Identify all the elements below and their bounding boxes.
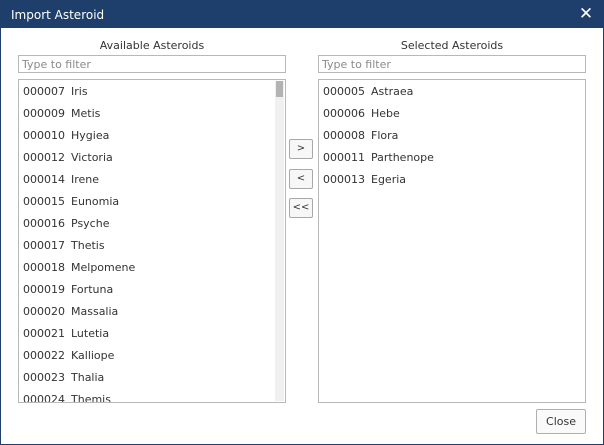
selected-list-item[interactable]: 000008 Flora — [323, 125, 398, 147]
available-list-item[interactable]: 000019 Fortuna — [23, 279, 113, 301]
available-list-item[interactable]: 000009 Metis — [23, 103, 100, 125]
asteroid-number: 000016 — [23, 217, 65, 230]
selected-list-item[interactable]: 000011 Parthenope — [323, 147, 434, 169]
available-list-item[interactable]: 000012 Victoria — [23, 147, 113, 169]
available-list-scrollbar[interactable] — [275, 81, 284, 401]
asteroid-number: 000024 — [23, 393, 65, 403]
selected-filter-input[interactable] — [318, 55, 586, 73]
asteroid-number: 000008 — [323, 129, 365, 142]
available-list-item[interactable]: 000023 Thalia — [23, 367, 104, 389]
remove-all-button[interactable]: << — [289, 198, 313, 218]
asteroid-name: Hygiea — [71, 129, 110, 142]
asteroid-number: 000006 — [323, 107, 365, 120]
title-bar: Import Asteroid ✕ — [1, 1, 603, 28]
available-list-item[interactable]: 000018 Melpomene — [23, 257, 135, 279]
available-list-item[interactable]: 000017 Thetis — [23, 235, 105, 257]
asteroid-name: Astraea — [371, 85, 414, 98]
asteroid-name: Victoria — [71, 151, 113, 164]
asteroid-number: 000005 — [323, 85, 365, 98]
asteroid-number: 000019 — [23, 283, 65, 296]
available-list-item[interactable]: 000021 Lutetia — [23, 323, 109, 345]
available-list-item[interactable]: 000020 Massalia — [23, 301, 118, 323]
asteroid-number: 000014 — [23, 173, 65, 186]
asteroid-name: Metis — [71, 107, 101, 120]
asteroid-name: Egeria — [371, 173, 407, 186]
available-asteroids-list[interactable]: 000024 Themis 000023 Thalia 000022 Kalliope 00… — [18, 79, 286, 403]
asteroid-name: Parthenope — [371, 151, 434, 164]
available-list-item[interactable]: 000024 Themis — [23, 389, 111, 403]
asteroid-number: 000007 — [23, 85, 65, 98]
selected-asteroids-list[interactable]: 000013 Egeria 000011 Parthenope 000008 Flora 0… — [318, 79, 586, 403]
asteroid-name: Irene — [71, 173, 100, 186]
asteroid-number: 000021 — [23, 327, 65, 340]
available-list-item[interactable]: 000015 Eunomia — [23, 191, 119, 213]
asteroid-name: Massalia — [71, 305, 119, 318]
asteroid-name: Melpomene — [71, 261, 136, 274]
close-button[interactable]: Close — [536, 409, 586, 434]
available-filter-input[interactable] — [18, 55, 286, 73]
asteroid-name: Kalliope — [71, 349, 115, 362]
asteroid-number: 000023 — [23, 371, 65, 384]
asteroid-name: Thetis — [71, 239, 105, 252]
available-list-item[interactable]: 000007 Iris — [23, 81, 88, 103]
asteroid-name: Themis — [71, 393, 111, 403]
add-selected-button[interactable]: > — [289, 139, 313, 159]
asteroid-number: 000015 — [23, 195, 65, 208]
asteroid-name: Thalia — [71, 371, 105, 384]
available-asteroids-label: Available Asteroids — [99, 39, 205, 52]
selected-list-item[interactable]: 000005 Astraea — [323, 81, 413, 103]
available-list-item[interactable]: 000014 Irene — [23, 169, 99, 191]
available-list-item[interactable]: 000010 Hygiea — [23, 125, 109, 147]
scroll-thumb[interactable] — [276, 81, 283, 97]
selected-list-item[interactable]: 000013 Egeria — [323, 169, 406, 191]
asteroid-number: 000009 — [23, 107, 65, 120]
asteroid-name: Psyche — [71, 217, 110, 230]
asteroid-name: Flora — [371, 129, 399, 142]
close-icon[interactable]: ✕ — [577, 4, 595, 24]
asteroid-number: 000012 — [23, 151, 65, 164]
selected-list-item[interactable]: 000006 Hebe — [323, 103, 400, 125]
import-asteroid-dialog: Import Asteroid ✕ Available Asteroids 00… — [0, 0, 604, 445]
asteroid-number: 000010 — [23, 129, 65, 142]
asteroid-number: 000018 — [23, 261, 65, 274]
asteroid-number: 000022 — [23, 349, 65, 362]
asteroid-number: 000011 — [323, 151, 365, 164]
asteroid-name: Eunomia — [71, 195, 120, 208]
available-list-item[interactable]: 000016 Psyche — [23, 213, 109, 235]
dialog-title: Import Asteroid — [11, 8, 105, 22]
available-list-item[interactable]: 000022 Kalliope — [23, 345, 114, 367]
asteroid-number: 000017 — [23, 239, 65, 252]
asteroid-name: Iris — [71, 85, 88, 98]
remove-selected-button[interactable]: < — [289, 169, 313, 189]
asteroid-name: Fortuna — [71, 283, 114, 296]
asteroid-name: Lutetia — [71, 327, 110, 340]
asteroid-number: 000013 — [323, 173, 365, 186]
asteroid-name: Hebe — [371, 107, 400, 120]
asteroid-number: 000020 — [23, 305, 65, 318]
selected-asteroids-label: Selected Asteroids — [400, 39, 504, 52]
